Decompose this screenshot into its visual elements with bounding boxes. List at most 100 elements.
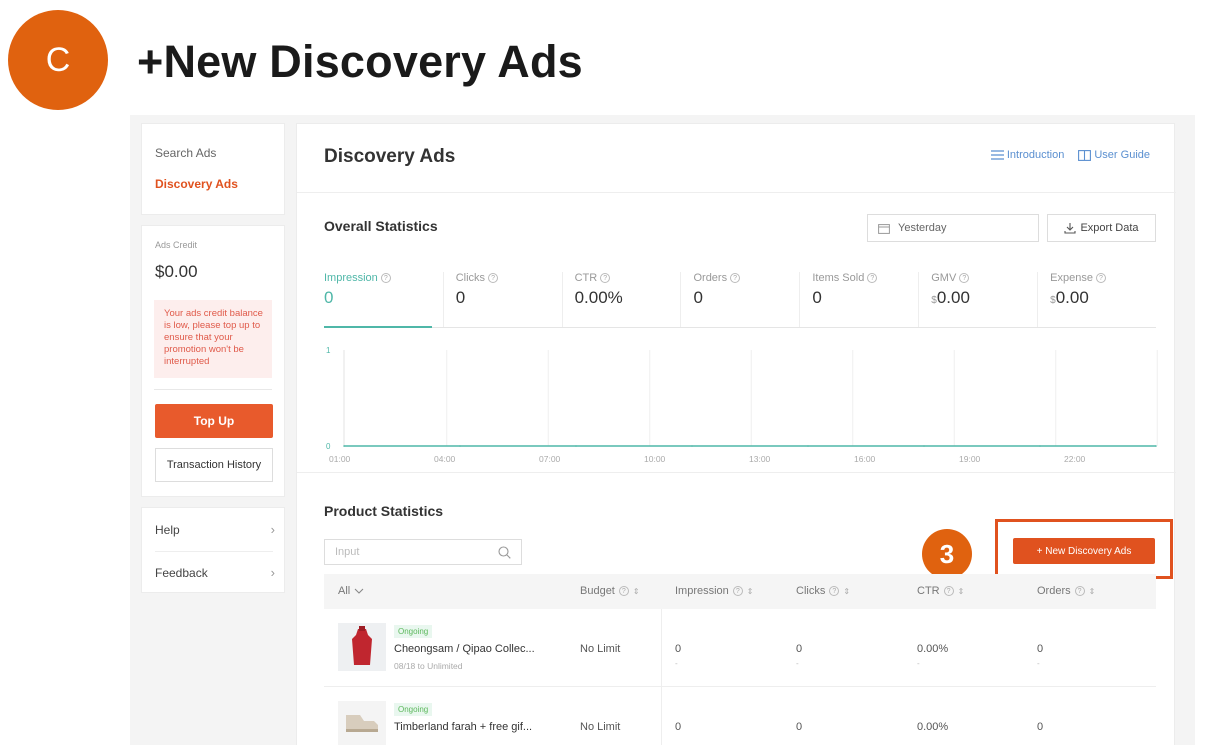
divider — [297, 192, 1176, 193]
search-icon[interactable] — [498, 546, 511, 559]
clicks-cell: 0 — [796, 643, 803, 655]
help-card: Help › Feedback › — [141, 507, 285, 593]
table-header: All Budget? ⇕ Impression? ⇕ Clicks? ⇕ CTR? ⇕… — [324, 574, 1156, 609]
screenshot-frame: Search Ads Discovery Ads Ads Credit $0.0… — [130, 115, 1195, 745]
column-filter-all[interactable]: All — [338, 585, 364, 597]
y-tick-label: 0 — [326, 442, 331, 451]
sort-icon: ⇕ — [957, 586, 965, 596]
metric-label-text: Expense — [1050, 272, 1093, 284]
help-icon: ? — [943, 586, 954, 596]
y-tick-label: 1 — [326, 346, 331, 355]
user-guide-label: User Guide — [1094, 149, 1150, 161]
top-up-button[interactable]: Top Up — [155, 404, 273, 438]
status-badge: Ongoing — [394, 703, 433, 716]
metric-label-text: CTR — [574, 272, 598, 284]
metric-label-text: Items Sold — [812, 272, 865, 284]
chevron-right-icon: › — [270, 522, 275, 537]
x-tick-label: 19:00 — [959, 454, 981, 464]
help-icon: ? — [618, 586, 629, 596]
metric-label: Clicks? — [456, 272, 562, 284]
table-row[interactable]: Ongoing Timberland farah + free gif... N… — [324, 687, 1156, 745]
column-header-label: CTR — [917, 585, 940, 597]
help-icon: ? — [1095, 273, 1106, 283]
metric-ctr[interactable]: CTR? 0.00% — [561, 272, 681, 328]
column-header-clicks[interactable]: Clicks? ⇕ — [796, 585, 850, 597]
budget-cell: No Limit — [580, 643, 621, 655]
sidebar-item-discovery-ads[interactable]: Discovery Ads — [155, 177, 238, 191]
metric-items-sold[interactable]: Items Sold? 0 — [799, 272, 918, 328]
discovery-ads-panel: Discovery Ads Introduction User Guide Ov… — [296, 123, 1176, 745]
product-statistics-title: Product Statistics — [324, 503, 444, 519]
metric-value-text: 0 — [812, 288, 822, 307]
metric-value: 0 — [812, 288, 918, 308]
column-header-orders[interactable]: Orders? ⇕ — [1037, 585, 1095, 597]
product-table: All Budget? ⇕ Impression? ⇕ Clicks? ⇕ CTR? ⇕… — [324, 574, 1156, 745]
column-header-label: Budget — [580, 585, 615, 597]
ads-credit-label: Ads Credit — [155, 240, 198, 250]
metric-label: GMV? — [931, 272, 1037, 284]
metric-clicks[interactable]: Clicks? 0 — [442, 272, 562, 328]
data-point — [923, 445, 925, 447]
x-tick-label: 16:00 — [854, 454, 876, 464]
metric-label: CTR? — [575, 272, 681, 284]
metric-value: $0.00 — [1050, 288, 1156, 308]
date-picker[interactable]: Yesterday — [867, 214, 1039, 242]
x-tick-label: 04:00 — [434, 454, 456, 464]
metric-label: Expense? — [1050, 272, 1156, 284]
overall-statistics-title: Overall Statistics — [324, 218, 438, 234]
column-header-ctr[interactable]: CTR? ⇕ — [917, 585, 964, 597]
product-search-input[interactable]: Input — [324, 539, 522, 565]
dash: - — [796, 659, 799, 668]
ctr-cell: 0.00% — [917, 643, 949, 655]
active-metric-indicator — [324, 326, 432, 328]
page: C +New Discovery Ads Search Ads Discover… — [0, 0, 1221, 745]
user-guide-link[interactable]: User Guide — [1078, 149, 1150, 161]
sort-icon: ⇕ — [1088, 586, 1096, 596]
help-link[interactable]: Help › — [155, 522, 275, 537]
divider — [324, 327, 1156, 328]
metric-gmv[interactable]: GMV? $0.00 — [918, 272, 1037, 328]
help-icon: ? — [829, 586, 840, 596]
divider — [155, 551, 273, 552]
new-discovery-ads-button[interactable]: + New Discovery Ads — [1013, 538, 1155, 564]
chevron-right-icon: › — [270, 565, 275, 580]
metric-expense[interactable]: Expense? $0.00 — [1037, 272, 1156, 328]
sort-icon: ⇕ — [843, 586, 851, 596]
status-badge: Ongoing — [394, 625, 433, 638]
date-picker-value: Yesterday — [898, 222, 947, 234]
transaction-history-button[interactable]: Transaction History — [155, 448, 273, 482]
help-label: Help — [155, 522, 180, 537]
metric-label-text: Impression — [324, 272, 378, 284]
metric-label-text: Orders — [693, 272, 728, 284]
product-name[interactable]: Cheongsam / Qipao Collec... — [394, 643, 535, 655]
metric-value-text: 0 — [693, 288, 703, 307]
feedback-label: Feedback — [155, 565, 208, 580]
help-icon: ? — [732, 586, 743, 596]
chevron-down-icon — [354, 588, 364, 594]
help-icon: ? — [380, 273, 391, 283]
help-icon: ? — [488, 273, 499, 283]
metric-value: $0.00 — [931, 288, 1037, 308]
metric-impression[interactable]: Impression? 0 — [324, 272, 443, 328]
table-row[interactable]: Ongoing Cheongsam / Qipao Collec... 08/1… — [324, 609, 1156, 687]
impression-line-chart: 1 0 01:00 04:00 07:00 10:00 13:00 16:00 19:00 22:… — [326, 346, 1158, 464]
ads-credit-value: $0.00 — [155, 262, 198, 281]
dash: - — [1037, 659, 1040, 668]
introduction-link[interactable]: Introduction — [990, 149, 1065, 161]
product-name[interactable]: Timberland farah + free gif... — [394, 721, 532, 733]
data-point — [575, 445, 577, 447]
x-tick-label: 01:00 — [329, 454, 351, 464]
data-point — [1155, 445, 1157, 447]
header-links: Introduction User Guide — [990, 149, 1150, 161]
step-letter-badge: C — [8, 10, 108, 110]
metric-orders[interactable]: Orders? 0 — [680, 272, 799, 328]
data-point — [459, 445, 461, 447]
metric-value: 0 — [324, 288, 443, 308]
column-header-impression[interactable]: Impression? ⇕ — [675, 585, 754, 597]
column-header-budget[interactable]: Budget? ⇕ — [580, 585, 640, 597]
sidebar-item-search-ads[interactable]: Search Ads — [155, 146, 216, 160]
introduction-label: Introduction — [1006, 149, 1065, 161]
feedback-link[interactable]: Feedback › — [155, 565, 275, 580]
export-data-button[interactable]: Export Data — [1047, 214, 1156, 242]
metric-value-text: 0 — [455, 288, 466, 307]
